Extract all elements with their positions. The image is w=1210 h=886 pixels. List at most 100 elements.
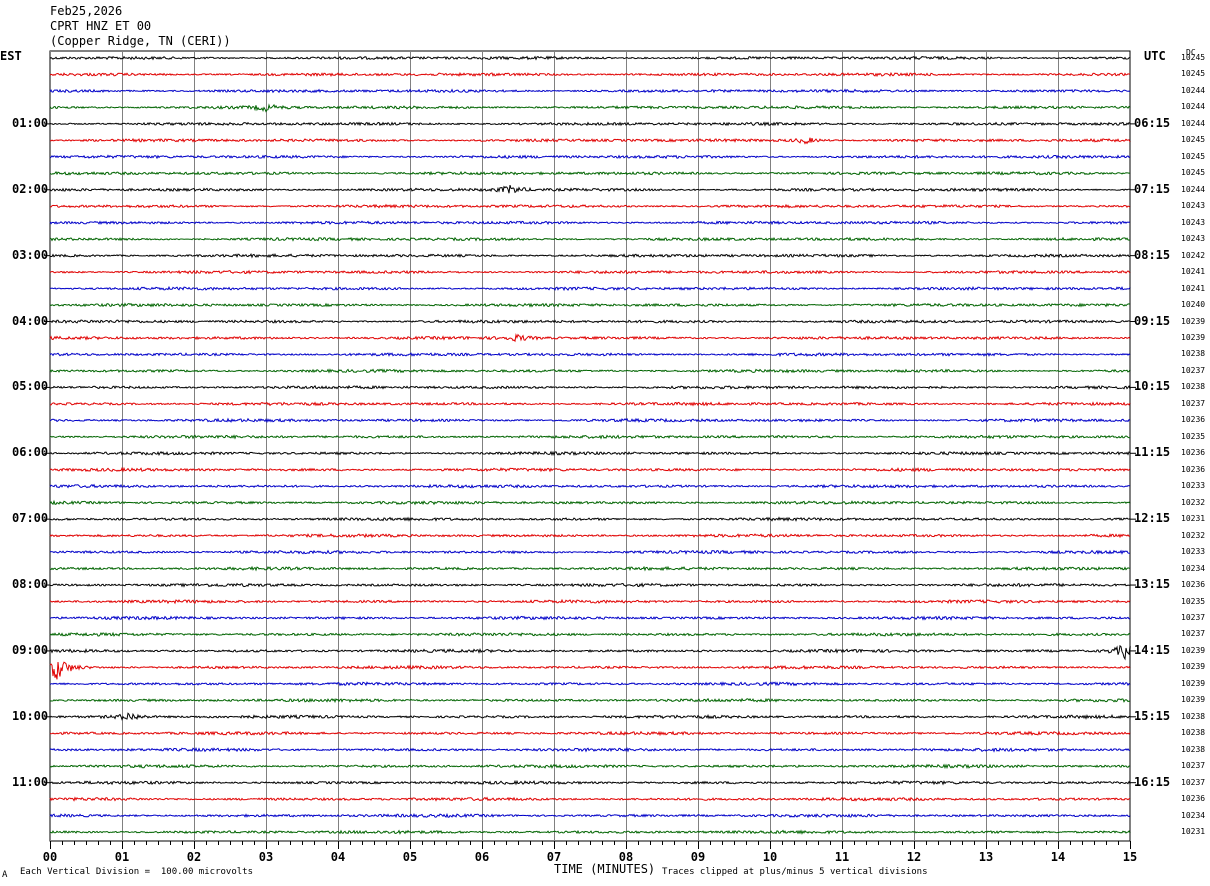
dc-value-label: 10236: [1181, 448, 1206, 458]
left-time-label: 04:00: [12, 313, 49, 328]
seismic-trace: [49, 450, 1131, 457]
x-tick-label: 02: [187, 850, 201, 864]
right-time-label: 06:15: [1134, 115, 1171, 130]
seismic-trace: [49, 137, 1131, 145]
seismic-trace: [49, 598, 1131, 605]
helicorder-plot: 00 01 02 03 04 05 06 07 08 09 10 11 12 13 14 15: [43, 50, 1137, 864]
x-tick-label: 09: [691, 850, 705, 864]
dc-value-label: 10233: [1181, 547, 1206, 557]
x-axis-label: TIME (MINUTES): [554, 862, 656, 876]
dc-value-label: 10243: [1181, 201, 1206, 211]
left-time-label: 08:00: [12, 577, 49, 592]
dc-value-label: 10239: [1181, 332, 1206, 342]
x-tick-label: 10: [763, 850, 777, 864]
dc-value-label: 10245: [1181, 69, 1206, 79]
right-time-label: 14:15: [1134, 642, 1171, 657]
trace-group: [49, 55, 1131, 835]
left-time-label: 06:00: [12, 445, 49, 460]
footer-mark: A: [2, 870, 8, 880]
dc-value-label: 10236: [1181, 415, 1206, 425]
dc-value-label: 10241: [1181, 267, 1206, 277]
dc-value-label: 10236: [1181, 580, 1206, 590]
seismic-trace: [49, 417, 1131, 424]
seismic-trace: [49, 661, 1131, 680]
dc-value-label: 10236: [1181, 464, 1206, 474]
dc-value-label: 10240: [1181, 300, 1206, 310]
seismic-trace: [49, 730, 1131, 737]
dc-value-label: 10239: [1181, 662, 1206, 672]
right-time-label: 15:15: [1134, 708, 1171, 723]
dc-value-label: 10243: [1181, 217, 1206, 227]
seismic-trace: [49, 384, 1131, 390]
right-time-label: 09:15: [1134, 313, 1171, 328]
dc-value-label: 10245: [1181, 151, 1206, 161]
seismic-trace: [49, 812, 1131, 819]
seismic-trace: [49, 170, 1131, 176]
seismic-trace: [49, 746, 1131, 753]
dc-value-label: 10231: [1181, 514, 1206, 524]
seismic-trace: [49, 499, 1131, 506]
seismic-trace: [49, 466, 1131, 473]
dc-value-label: 10245: [1181, 135, 1206, 145]
dc-value-label: 10233: [1181, 481, 1206, 491]
right-time-label: 12:15: [1134, 511, 1171, 526]
seismic-trace: [49, 582, 1131, 588]
dc-value-label: 10237: [1181, 777, 1206, 787]
seismic-trace: [49, 565, 1131, 572]
dc-value-label: 10238: [1181, 728, 1206, 738]
left-time-label: 01:00: [12, 115, 49, 130]
dc-value-label: 10237: [1181, 761, 1206, 771]
x-tick-label: 05: [403, 850, 417, 864]
seismic-trace: [49, 697, 1131, 704]
dc-value-label: 10245: [1181, 168, 1206, 178]
footer-clip: Traces clipped at plus/minus 5 vertical …: [662, 867, 928, 877]
seismic-trace: [49, 252, 1131, 259]
x-tick-label: 12: [907, 850, 921, 864]
seismic-trace: [49, 269, 1131, 275]
dc-value-label: 10238: [1181, 349, 1206, 359]
seismic-trace: [49, 516, 1131, 522]
seismic-trace: [49, 368, 1131, 374]
x-tick-label: 03: [259, 850, 273, 864]
dc-value-label: 10239: [1181, 678, 1206, 688]
seismic-trace: [49, 220, 1131, 226]
dc-value-label: 10232: [1181, 497, 1206, 507]
x-tick-label: 01: [115, 850, 129, 864]
dc-value-label: 10231: [1181, 827, 1206, 837]
right-time-label: 13:15: [1134, 577, 1171, 592]
x-tick-label: 11: [835, 850, 849, 864]
dc-value-label: 10244: [1181, 184, 1206, 194]
dc-value-label: 10237: [1181, 612, 1206, 622]
dc-value-label: 10238: [1181, 744, 1206, 754]
dc-value-label: 10245: [1181, 53, 1206, 62]
x-tick-label: 13: [979, 850, 993, 864]
seismic-trace: [49, 796, 1131, 802]
footer-scale: Each Vertical Division = 100.00 microvol…: [20, 867, 253, 877]
dc-value-label: 10234: [1181, 563, 1206, 573]
seismic-trace: [49, 71, 1131, 78]
dc-value-label: 10238: [1181, 382, 1206, 392]
seismic-trace: [49, 532, 1131, 539]
seismic-trace: [49, 631, 1131, 637]
dc-value-label: 10237: [1181, 629, 1206, 639]
left-time-label: 02:00: [12, 181, 49, 196]
dc-value-label: 10243: [1181, 234, 1206, 244]
left-time-label: 05:00: [12, 379, 49, 394]
seismic-trace: [49, 779, 1131, 786]
dc-value-label: 10235: [1181, 431, 1206, 441]
dc-value-label: 10237: [1181, 365, 1206, 375]
dc-value-label: 10238: [1181, 711, 1206, 721]
left-time-label: 10:00: [12, 708, 49, 723]
dc-value-label: 10239: [1181, 316, 1206, 326]
dc-value-label: 10239: [1181, 645, 1206, 655]
x-tick-label: 15: [1123, 850, 1137, 864]
seismic-trace: [49, 829, 1131, 835]
dc-value-label: 10232: [1181, 530, 1206, 540]
right-time-label: 16:15: [1134, 774, 1171, 789]
seismic-trace: [49, 332, 1131, 343]
dc-value-label: 10244: [1181, 102, 1206, 112]
seismic-trace: [49, 236, 1131, 242]
seismic-trace: [49, 483, 1131, 489]
left-time-label: 07:00: [12, 511, 49, 526]
right-time-label: 10:15: [1134, 379, 1171, 394]
